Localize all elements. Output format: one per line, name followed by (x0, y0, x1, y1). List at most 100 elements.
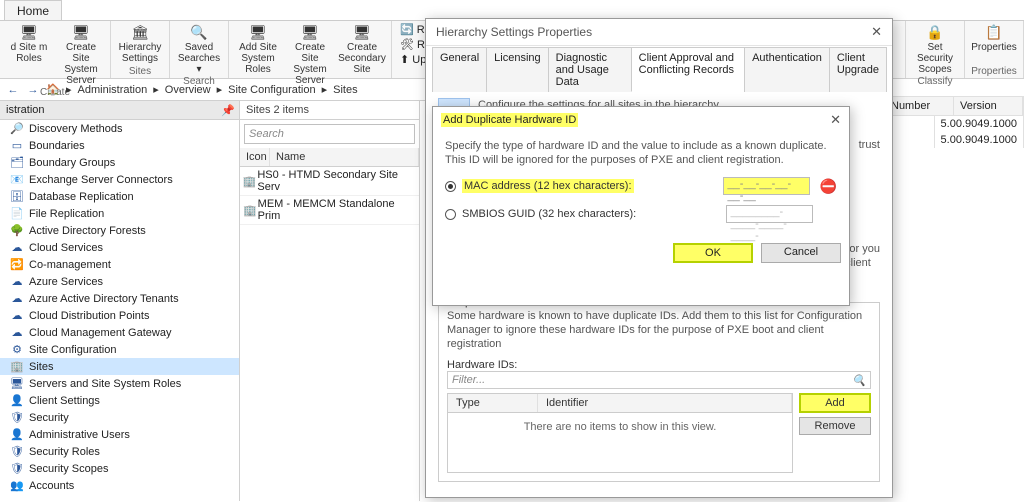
sidebar-item[interactable]: ☁ Cloud Distribution Points (0, 307, 239, 324)
label-hardware-ids: Hardware IDs: (447, 359, 871, 371)
sidebar-item[interactable]: 📄File Replication (0, 205, 239, 222)
label-mac: MAC address (12 hex characters): (462, 179, 634, 193)
ribbon-security-scopes[interactable]: 🔒Set Security Scopes (910, 23, 960, 75)
sidebar-item[interactable]: 👤 Client Settings (0, 392, 239, 409)
server-icon: 🖥 (300, 23, 320, 41)
properties-icon: 📋 (984, 23, 1004, 41)
sidebar-item[interactable]: 🛡Security Scopes (0, 460, 239, 477)
sidebar-item[interactable]: ☁Azure Active Directory Tenants (0, 290, 239, 307)
cancel-button[interactable]: Cancel (761, 243, 841, 263)
tree-label: Cloud Management Gateway (29, 327, 171, 339)
props-tab[interactable]: General (432, 47, 487, 92)
mac-input[interactable]: __-__-__-__-__-__ (723, 177, 810, 195)
props-tab[interactable]: Client Upgrade (829, 47, 887, 92)
ribbon-tab-home[interactable]: Home (4, 0, 62, 20)
grid-empty-msg: There are no items to show in this view. (448, 413, 792, 441)
ribbon-hierarchy-settings[interactable]: 🏛Hierarchy Settings (115, 23, 165, 64)
col-number[interactable]: Number (885, 97, 954, 115)
ribbon-saved-searches[interactable]: 🔍Saved Searches ▾ (174, 23, 224, 75)
gridcol-identifier[interactable]: Identifier (538, 394, 792, 412)
sidebar-item[interactable]: 🏢Sites (0, 358, 239, 375)
col-name[interactable]: Name (270, 148, 419, 166)
radio-mac[interactable] (445, 181, 456, 192)
props-tab[interactable]: Diagnostic and Usage Data (548, 47, 632, 92)
sidebar-item[interactable]: 👥Accounts (0, 477, 239, 494)
close-icon[interactable]: ✕ (830, 112, 841, 128)
tree-label: Administrative Users (29, 429, 130, 441)
sidebar-item[interactable]: ☁ Cloud Management Gateway (0, 324, 239, 341)
ok-button[interactable]: OK (673, 243, 753, 263)
trust-note: trust (859, 138, 880, 152)
tree-icon: 🗂 (10, 156, 24, 169)
sidebar-item[interactable]: 🌳Active Directory Forests (0, 222, 239, 239)
server-icon: 🖥 (19, 23, 39, 41)
tree-label: Azure Services (29, 276, 103, 288)
col-version[interactable]: Version (954, 97, 1023, 115)
ribbon-create-system-server[interactable]: 🖥Create Site System Server (285, 23, 335, 86)
nav-root-icon[interactable]: 🏠 (46, 83, 60, 97)
tree-label: Cloud Services (29, 242, 103, 254)
sites-list-panel: Sites 2 items Search Icon Name 🏢HS0 - HT… (240, 101, 420, 501)
nav-fwd-icon[interactable]: → (26, 83, 40, 97)
nav-tree-panel: istration 📌 🔎Discovery Methods▭Boundarie… (0, 101, 240, 501)
tree-icon: 👤 (10, 394, 24, 407)
tree-icon: 🛡 (10, 462, 24, 475)
breadcrumb-overview[interactable]: Overview (165, 84, 211, 96)
sidebar-item[interactable]: 🛡Security (0, 409, 239, 426)
hardware-ids-filter[interactable]: Filter... 🔍 (447, 371, 871, 389)
sites-search-input[interactable]: Search (244, 124, 415, 144)
search-icon: 🔍 (852, 374, 866, 387)
hardware-ids-grid[interactable]: Type Identifier There are no items to sh… (447, 393, 793, 473)
props-tab[interactable]: Authentication (744, 47, 830, 92)
sidebar-item[interactable]: 👤Administrative Users (0, 426, 239, 443)
radio-guid[interactable] (445, 209, 456, 220)
ribbon-add-system-roles[interactable]: 🖥Add Site System Roles (233, 23, 283, 75)
gridcol-type[interactable]: Type (448, 394, 538, 412)
tree-label: Azure Active Directory Tenants (29, 293, 179, 305)
tree-icon: ☁ (10, 326, 24, 339)
tree-icon: 🔁 (10, 258, 24, 271)
add-button[interactable]: Add (799, 393, 871, 413)
add-dialog-desc: Specify the type of hardware ID and the … (445, 139, 837, 167)
label-guid: SMBIOS GUID (32 hex characters): (462, 208, 636, 220)
tree-icon: ▭ (10, 139, 24, 152)
sidebar-item[interactable]: 🔁Co-management (0, 256, 239, 273)
sidebar-item[interactable]: 🖥Servers and Site System Roles (0, 375, 239, 392)
hierarchy-icon: 🏛 (130, 23, 150, 41)
breadcrumb-siteconfig[interactable]: Site Configuration (228, 84, 315, 96)
sidebar-item[interactable]: 📧Exchange Server Connectors (0, 171, 239, 188)
sidebar-item[interactable]: ⚙Site Configuration (0, 341, 239, 358)
tree-icon: 🖥 (10, 377, 24, 390)
sites-list-header: Sites 2 items (240, 101, 419, 120)
close-icon[interactable]: ✕ (871, 24, 882, 40)
col-icon[interactable]: Icon (240, 148, 270, 166)
ribbon-properties[interactable]: 📋Properties (969, 23, 1019, 53)
tree-icon: ☁ (10, 309, 24, 322)
guid-input[interactable]: ________-____-____-____- (726, 205, 813, 223)
site-row[interactable]: 🏢MEM - MEMCM Standalone Prim (240, 196, 419, 225)
ribbon-create-site-roles[interactable]: 🖥d Site m Roles (4, 23, 54, 64)
tree-label: Client Settings (29, 395, 100, 407)
breadcrumb-sites[interactable]: Sites (333, 84, 357, 96)
site-row[interactable]: 🏢HS0 - HTMD Secondary Site Serv (240, 167, 419, 196)
sidebar-item[interactable]: 🛡Security Roles (0, 443, 239, 460)
tree-label: Discovery Methods (29, 123, 123, 135)
sidebar-item[interactable]: 🗄Database Replication (0, 188, 239, 205)
sidebar-item[interactable]: ☁Cloud Services (0, 239, 239, 256)
props-tab[interactable]: Client Approval and Conflicting Records (631, 47, 745, 92)
tree-label: Cloud Distribution Points (29, 310, 149, 322)
nav-back-icon[interactable]: ← (6, 83, 20, 97)
pin-icon[interactable]: 📌 (221, 104, 235, 117)
ribbon-create-secondary[interactable]: 🖥Create Secondary Site (337, 23, 387, 75)
sidebar-item[interactable]: ▭Boundaries (0, 137, 239, 154)
sidebar-item[interactable]: 🗂Boundary Groups (0, 154, 239, 171)
sidebar-item[interactable]: 🔎Discovery Methods (0, 120, 239, 137)
props-tab[interactable]: Licensing (486, 47, 548, 92)
tree-label: Active Directory Forests (29, 225, 146, 237)
ribbon-create-site-server[interactable]: 🖥Create Site System Server (56, 23, 106, 86)
sidebar-item[interactable]: ☁Azure Services (0, 273, 239, 290)
tree-icon: 🗄 (10, 190, 24, 203)
tree-icon: 🛡 (10, 445, 24, 458)
remove-button[interactable]: Remove (799, 417, 871, 435)
breadcrumb-admin[interactable]: Administration (78, 84, 148, 96)
